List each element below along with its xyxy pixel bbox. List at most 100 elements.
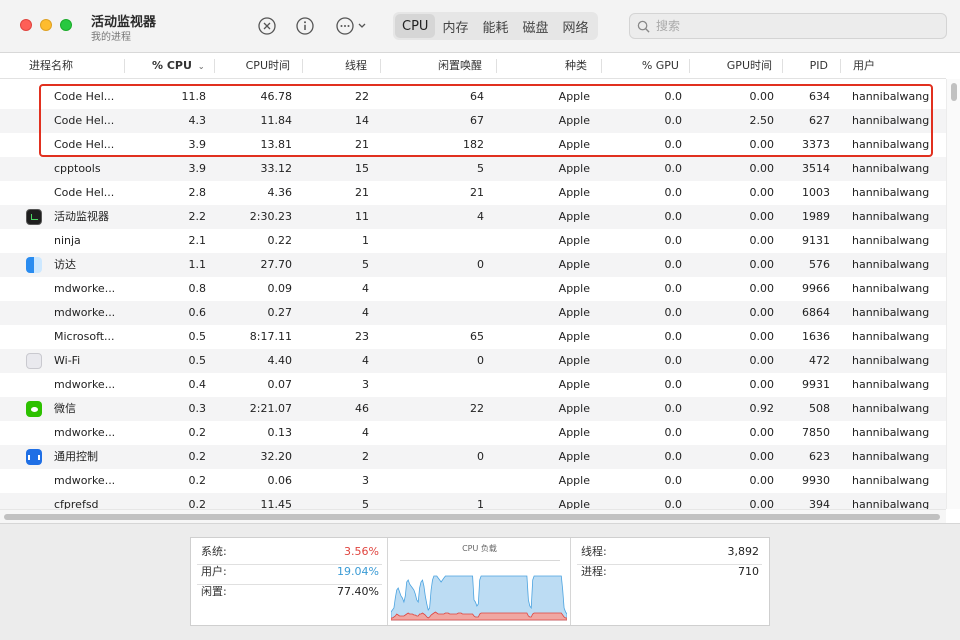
idle-wakeups-cell: 0	[477, 450, 484, 463]
idle-wakeups-cell: 67	[470, 114, 484, 127]
tab-network[interactable]: 网络	[555, 14, 595, 38]
table-row[interactable]: Code Hel... 2.8 4.36 21 21 Apple 0.0 0.00 1003 ha…	[0, 181, 946, 205]
gpu-time-cell: 0.00	[749, 498, 775, 509]
table-row[interactable]: mdworke... 0.2 0.06 3 Apple 0.0 0.00 9930 hannib…	[0, 469, 946, 493]
table-row[interactable]: 通用控制 0.2 32.20 2 0 Apple 0.0 0.00 623 hannibalwan…	[0, 445, 946, 469]
gpu-time-cell: 2.50	[749, 114, 775, 127]
user-cell: hannibalwang	[852, 474, 930, 487]
table-row[interactable]: mdworke... 0.6 0.27 4 Apple 0.0 0.00 6864 hannib…	[0, 301, 946, 325]
process-name-cell: mdworke...	[54, 474, 116, 487]
pid-cell: 6864	[802, 306, 830, 319]
window-controls	[20, 19, 72, 31]
toolbar: 活动监视器 我的进程 CPU 内存 能耗 磁盘 网络	[0, 0, 960, 53]
more-actions-icon	[336, 17, 366, 35]
gpu-time-cell: 0.00	[749, 90, 775, 103]
idle-wakeups-cell: 22	[470, 402, 484, 415]
pid-cell: 1003	[802, 186, 830, 199]
pid-cell: 1636	[802, 330, 830, 343]
threads-cell: 23	[355, 330, 369, 343]
zoom-window-button[interactable]	[60, 19, 72, 31]
idle-wakeups-cell	[380, 277, 484, 301]
kind-cell: Apple	[558, 114, 590, 127]
cpu-percent-cell: 0.5	[188, 354, 207, 367]
threads-cell: 21	[355, 186, 369, 199]
user-cell: hannibalwang	[852, 426, 930, 439]
tab-memory[interactable]: 内存	[435, 14, 475, 38]
kind-cell: Apple	[558, 474, 590, 487]
table-row[interactable]: Wi-Fi 0.5 4.40 4 0 Apple 0.0 0.00 472 hannibalwan…	[0, 349, 946, 373]
inspect-process-button[interactable]	[294, 15, 316, 37]
gpu-percent-cell: 0.0	[664, 330, 683, 343]
column-header-user[interactable]: 用户	[853, 53, 875, 79]
close-window-button[interactable]	[20, 19, 32, 31]
cpu-time-cell: 2:21.07	[249, 402, 292, 415]
table-row[interactable]: Code Hel... 11.8 46.78 22 64 Apple 0.0 0.00 634 h…	[0, 85, 946, 109]
column-header-idle-wakeups[interactable]: 闲置唤醒	[380, 53, 482, 79]
idle-stat: 闲置: 77.40%	[201, 582, 379, 602]
cpu-time-cell: 27.70	[260, 258, 293, 271]
column-header-process-name[interactable]: 进程名称	[29, 53, 73, 79]
idle-wakeups-cell	[380, 229, 484, 253]
pid-cell: 634	[809, 90, 830, 103]
gpu-time-cell: 0.00	[749, 258, 775, 271]
user-label: 用户:	[201, 565, 227, 578]
minimize-window-button[interactable]	[40, 19, 52, 31]
pid-cell: 472	[809, 354, 830, 367]
table-row[interactable]: Microsoft... 0.5 8:17.11 23 65 Apple 0.0 0.00 16…	[0, 325, 946, 349]
column-header-gpu-time[interactable]: GPU时间	[689, 53, 772, 79]
column-header-pid[interactable]: PID	[782, 53, 828, 79]
tab-energy[interactable]: 能耗	[475, 14, 515, 38]
column-header-cpu-percent[interactable]: % CPU ⌄	[152, 53, 205, 79]
table-row[interactable]: 访达 1.1 27.70 5 0 Apple 0.0 0.00 576 hannibalwang	[0, 253, 946, 277]
tab-disk[interactable]: 磁盘	[515, 14, 555, 38]
info-icon	[296, 17, 314, 35]
sort-descending-icon: ⌄	[197, 62, 205, 71]
table-row[interactable]: mdworke... 0.8 0.09 4 Apple 0.0 0.00 9966 hannib…	[0, 277, 946, 301]
user-cell: hannibalwang	[852, 402, 930, 415]
vertical-scroll-thumb[interactable]	[951, 83, 957, 101]
table-row[interactable]: 活动监视器 2.2 2:30.23 11 4 Apple 0.0 0.00 1989 hannib…	[0, 205, 946, 229]
process-name-cell: cfprefsd	[54, 498, 99, 509]
thread-process-pane: 线程: 3,892 进程: 710	[571, 538, 769, 625]
gpu-percent-cell: 0.0	[664, 498, 683, 509]
column-header-threads[interactable]: 线程	[302, 53, 367, 79]
idle-wakeups-cell: 4	[477, 210, 484, 223]
stop-process-button[interactable]	[256, 15, 278, 37]
table-row[interactable]: 微信 0.3 2:21.07 46 22 Apple 0.0 0.92 508 hannibalw…	[0, 397, 946, 421]
horizontal-scroll-thumb[interactable]	[4, 514, 940, 520]
table-row[interactable]: mdworke... 0.4 0.07 3 Apple 0.0 0.00 9931 hannib…	[0, 373, 946, 397]
process-name-cell: Code Hel...	[54, 186, 115, 199]
threads-cell: 5	[362, 498, 369, 509]
process-name-cell: 活动监视器	[54, 210, 109, 223]
column-header-kind[interactable]: 种类	[496, 53, 587, 79]
pid-cell: 7850	[802, 426, 830, 439]
user-cell: hannibalwang	[852, 210, 930, 223]
table-row[interactable]: ninja 2.1 0.22 1 Apple 0.0 0.00 9131 hannibalwan…	[0, 229, 946, 253]
table-row[interactable]: Code Hel... 3.9 13.81 21 182 Apple 0.0 0.00 3373…	[0, 133, 946, 157]
tab-cpu[interactable]: CPU	[395, 14, 436, 38]
gpu-percent-cell: 0.0	[664, 90, 683, 103]
table-row[interactable]: cfprefsd 0.2 11.45 5 1 Apple 0.0 0.00 394 hanniba…	[0, 493, 946, 509]
process-name-cell: Wi-Fi	[54, 354, 81, 367]
threads-cell: 4	[362, 426, 369, 439]
threads-cell: 4	[362, 354, 369, 367]
column-header-cpu-time[interactable]: CPU时间	[214, 53, 290, 79]
table-row[interactable]: cpptools 3.9 33.12 15 5 Apple 0.0 0.00 3514 hanni…	[0, 157, 946, 181]
table-row[interactable]: Code Hel... 4.3 11.84 14 67 Apple 0.0 2.50 627 ha…	[0, 109, 946, 133]
table-row[interactable]: mdworke... 0.2 0.13 4 Apple 0.0 0.00 7850 hannib…	[0, 421, 946, 445]
threads-cell: 1	[362, 234, 369, 247]
cpu-stats-box: 系统: 3.56% 用户: 19.04% 闲置: 77.40% CPU 负载 线…	[190, 537, 770, 626]
cpu-load-pane: CPU 负载	[388, 538, 571, 625]
threads-value: 3,892	[727, 545, 760, 558]
gpu-percent-cell: 0.0	[664, 378, 683, 391]
vertical-scrollbar[interactable]	[946, 79, 960, 509]
more-actions-button[interactable]	[334, 15, 370, 37]
horizontal-scrollbar[interactable]	[0, 509, 946, 523]
column-header-gpu-percent[interactable]: % GPU	[601, 53, 679, 79]
gpu-percent-cell: 0.0	[664, 426, 683, 439]
search-input[interactable]	[656, 17, 936, 35]
user-cell: hannibalwang	[852, 90, 930, 103]
stop-process-icon	[258, 17, 276, 35]
search-field	[629, 13, 947, 39]
kind-cell: Apple	[558, 498, 590, 509]
